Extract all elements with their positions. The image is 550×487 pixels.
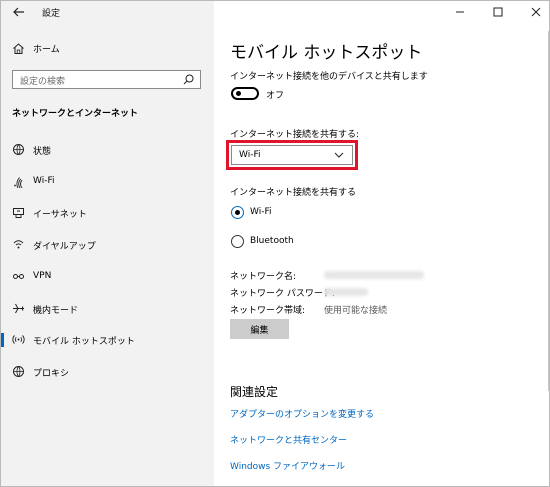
network-band-value: 使用可能な接続 — [324, 306, 388, 316]
hotspot-toggle[interactable] — [231, 87, 259, 100]
network-name-value-redacted — [324, 271, 424, 279]
network-band-label: ネットワーク帯域: — [230, 306, 306, 316]
radio-button[interactable] — [231, 235, 244, 248]
sidebar-item-label: VPN — [33, 271, 52, 281]
back-arrow-icon[interactable] — [12, 5, 26, 19]
sidebar-item-airplane-mode[interactable]: 機内モード — [1, 298, 214, 320]
content-pane: モバイル ホットスポット インターネット接続を他のデバイスと共有します オフ イ… — [214, 1, 549, 486]
hotspot-icon — [12, 335, 25, 344]
title-bar-left: 設定 — [1, 1, 214, 27]
home-nav-item[interactable]: ホーム — [1, 39, 214, 59]
share-from-dropdown[interactable]: Wi-Fi — [231, 145, 353, 165]
sidebar-item-vpn[interactable]: VPN — [1, 266, 214, 288]
sidebar-item-label: ダイヤルアップ — [33, 242, 96, 252]
home-label: ホーム — [33, 45, 60, 55]
sidebar-item-wifi[interactable]: Wi-Fi — [1, 171, 214, 193]
sidebar-item-label: プロキシ — [33, 369, 70, 379]
sidebar-item-dialup[interactable]: ダイヤルアップ — [1, 234, 214, 256]
sidebar-item-mobile-hotspot[interactable]: モバイル ホットスポット — [1, 329, 214, 351]
search-placeholder: 設定の検索 — [20, 77, 66, 87]
app-title: 設定 — [42, 9, 61, 19]
minimize-icon[interactable] — [453, 5, 467, 19]
radio-button[interactable] — [231, 206, 244, 219]
maximize-icon[interactable] — [491, 5, 505, 19]
toggle-knob — [236, 91, 241, 96]
window-controls — [441, 1, 549, 23]
section-heading: ネットワークとインターネット — [12, 109, 139, 119]
sidebar-item-label: Wi-Fi — [33, 176, 55, 186]
proxy-globe-icon — [13, 366, 24, 377]
chevron-down-icon — [334, 152, 344, 158]
ethernet-icon — [13, 208, 24, 218]
sidebar-item-ethernet[interactable]: イーサネット — [1, 202, 214, 224]
dropdown-selected-value: Wi-Fi — [239, 150, 261, 160]
edit-button[interactable]: 編集 — [230, 319, 289, 339]
dialup-icon — [13, 240, 24, 249]
search-icon[interactable] — [183, 74, 194, 85]
network-password-label: ネットワーク パスワード: — [230, 289, 335, 299]
navigation-pane: 設定 ホーム 設定の検索 ネットワークとインターネット 状態 Wi-Fi イーサ… — [1, 1, 214, 486]
related-settings-title: 関連設定 — [230, 385, 279, 399]
airplane-icon — [13, 303, 24, 314]
share-from-label: インターネット接続を共有する: — [230, 130, 360, 140]
sidebar-item-proxy[interactable]: プロキシ — [1, 361, 214, 383]
radio-label: Wi-Fi — [250, 207, 272, 217]
network-name-label: ネットワーク名: — [230, 272, 297, 282]
settings-window: 設定 ホーム 設定の検索 ネットワークとインターネット 状態 Wi-Fi イーサ… — [0, 0, 550, 487]
wifi-icon — [14, 177, 23, 188]
sidebar-item-label: 機内モード — [33, 306, 79, 316]
sidebar-item-label: 状態 — [33, 147, 52, 157]
sidebar-item-label: モバイル ホットスポット — [33, 337, 135, 347]
settings-search-input[interactable]: 設定の検索 — [12, 70, 201, 89]
radio-label: Bluetooth — [250, 236, 294, 246]
sidebar-item-label: イーサネット — [33, 210, 87, 220]
home-icon — [13, 43, 24, 54]
network-sharing-center-link[interactable]: ネットワークと共有センター — [230, 433, 347, 446]
windows-firewall-link[interactable]: Windows ファイアウォール — [230, 459, 345, 472]
toggle-state-label: オフ — [266, 91, 285, 101]
vpn-icon — [13, 274, 24, 279]
sidebar-item-status[interactable]: 状態 — [1, 139, 214, 161]
globe-status-icon — [13, 144, 24, 155]
adapter-options-link[interactable]: アダプターのオプションを変更する — [230, 407, 374, 420]
share-over-label: インターネット接続を共有する — [230, 188, 357, 198]
network-password-value-redacted — [324, 288, 368, 296]
close-icon[interactable] — [529, 5, 543, 19]
share-description: インターネット接続を他のデバイスと共有します — [230, 72, 428, 82]
page-title: モバイル ホットスポット — [230, 43, 423, 63]
